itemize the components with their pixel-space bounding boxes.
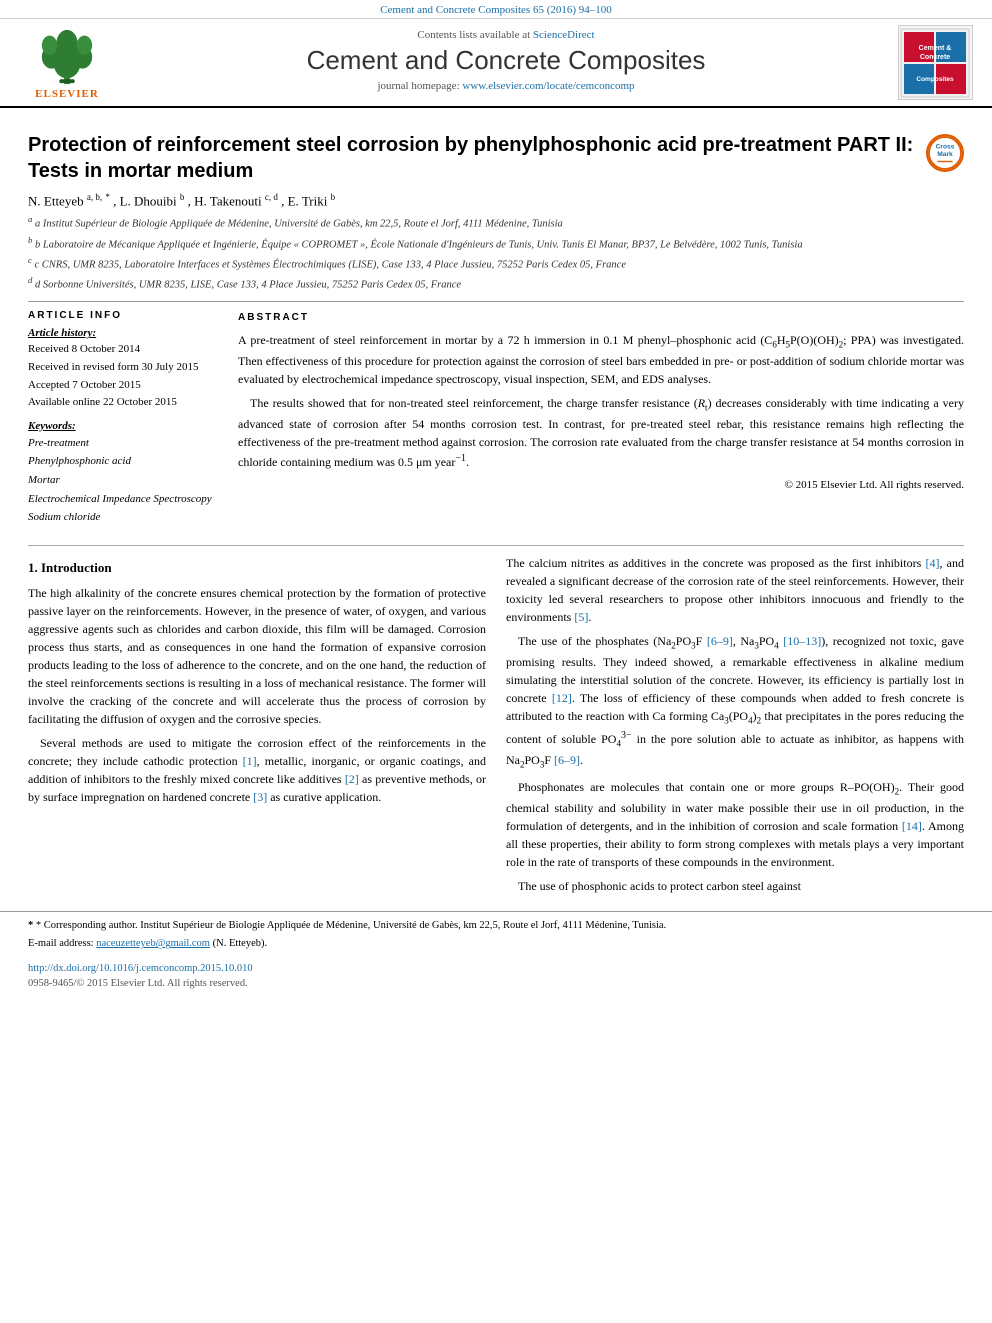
email-label: E-mail address: xyxy=(28,938,94,949)
svg-text:Mark: Mark xyxy=(937,151,953,158)
journal-info-center: Contents lists available at ScienceDirec… xyxy=(122,25,890,100)
elsevier-logo-area: ELSEVIER xyxy=(12,25,122,100)
dhouibi-affil: b xyxy=(180,192,185,202)
authors-line: N. Etteyeb a, b, * , L. Dhouibi b , H. T… xyxy=(28,192,964,209)
author-separator3: , E. Triki xyxy=(281,193,327,208)
sciencedirect-link[interactable]: ScienceDirect xyxy=(533,29,595,41)
sciencedirect-line: Contents lists available at ScienceDirec… xyxy=(122,29,890,41)
journal-logo-box: Cement & Concrete Composites xyxy=(898,25,973,100)
svg-text:Composites: Composites xyxy=(916,76,954,83)
keywords-list: Pre-treatment Phenylphosphonic acid Mort… xyxy=(28,434,218,527)
elsevier-logo: ELSEVIER xyxy=(31,26,103,100)
journal-logo-area: Cement & Concrete Composites xyxy=(890,25,980,100)
keyword-2: Phenylphosphonic acid xyxy=(28,452,218,471)
abstract-title: ABSTRACT xyxy=(238,310,964,325)
bottom-links: http://dx.doi.org/10.1016/j.cemconcomp.2… xyxy=(0,959,992,978)
divider-2 xyxy=(28,545,964,546)
etteyeb-affil: a, b, xyxy=(87,192,102,202)
email-link[interactable]: naceuzetteyeb@gmail.com xyxy=(96,938,210,949)
affiliation-a: a a Institut Supérieur de Biologie Appli… xyxy=(28,213,964,232)
article-info-title: ARTICLE INFO xyxy=(28,310,218,321)
footnote-star: * xyxy=(28,920,33,931)
keyword-3: Mortar xyxy=(28,471,218,490)
abstract-para1: A pre-treatment of steel reinforcement i… xyxy=(238,331,964,388)
journal-title: Cement and Concrete Composites xyxy=(122,45,890,76)
contents-text: Contents lists available at xyxy=(417,29,532,41)
crossmark-icon: Cross Mark xyxy=(926,134,964,172)
received-date: Received 8 October 2014 xyxy=(28,341,218,359)
abstract-text: A pre-treatment of steel reinforcement i… xyxy=(238,331,964,493)
ref-12[interactable]: [12] xyxy=(552,691,572,705)
etteyeb-star: * xyxy=(105,192,110,202)
ref-6-9-2[interactable]: [6–9] xyxy=(554,753,580,767)
article-title: Protection of reinforcement steel corros… xyxy=(28,132,964,184)
footnote-email-line: E-mail address: naceuzetteyeb@gmail.com … xyxy=(28,936,964,952)
article-history-label: Article history: xyxy=(28,327,218,339)
body-para-4: The use of the phosphates (Na2PO3F [6–9]… xyxy=(506,632,964,772)
ref-3-inline[interactable]: [3] xyxy=(253,790,267,804)
ref-5[interactable]: [5] xyxy=(574,610,588,624)
body-columns: 1. Introduction The high alkalinity of t… xyxy=(28,554,964,900)
info-columns: ARTICLE INFO Article history: Received 8… xyxy=(28,310,964,527)
keyword-5: Sodium chloride xyxy=(28,508,218,527)
footnote-corresponding: * * Corresponding author. Institut Supér… xyxy=(28,918,964,934)
crossmark-badge[interactable]: Cross Mark xyxy=(926,134,964,172)
triki-affil: b xyxy=(331,192,336,202)
ref-14[interactable]: [14] xyxy=(902,819,922,833)
svg-text:Cross: Cross xyxy=(936,143,955,150)
body-col-left: 1. Introduction The high alkalinity of t… xyxy=(28,554,486,900)
body-para-6: The use of phosphonic acids to protect c… xyxy=(506,877,964,895)
journal-citation: Cement and Concrete Composites 65 (2016)… xyxy=(380,4,612,16)
homepage-text: journal homepage: xyxy=(377,80,462,92)
available-date: Available online 22 October 2015 xyxy=(28,394,218,412)
ref-10-13[interactable]: [10–13] xyxy=(783,634,821,648)
body-col-right: The calcium nitrites as additives in the… xyxy=(506,554,964,900)
homepage-line: journal homepage: www.elsevier.com/locat… xyxy=(122,80,890,92)
affiliation-c: c c CNRS, UMR 8235, Laboratoire Interfac… xyxy=(28,254,964,273)
author-etteyeb: N. Etteyeb xyxy=(28,193,84,208)
abstract-panel: ABSTRACT A pre-treatment of steel reinfo… xyxy=(238,310,964,527)
received-revised-date: Received in revised form 30 July 2015 xyxy=(28,359,218,377)
abstract-para2: The results showed that for non-treated … xyxy=(238,394,964,471)
section1-heading: 1. Introduction xyxy=(28,558,486,578)
email-person: (N. Etteyeb). xyxy=(213,938,268,949)
article-dates: Received 8 October 2014 Received in revi… xyxy=(28,341,218,411)
svg-text:Concrete: Concrete xyxy=(920,54,950,61)
svg-text:Cement &: Cement & xyxy=(919,45,952,52)
author-separator1: , L. Dhouibi xyxy=(113,193,177,208)
ref-1[interactable]: [1] xyxy=(243,754,257,768)
journal-citation-bar: Cement and Concrete Composites 65 (2016)… xyxy=(0,0,992,19)
ccc-logo-icon: Cement & Concrete Composites xyxy=(900,28,970,98)
author-separator2: , H. Takenouti xyxy=(188,193,262,208)
ref-2[interactable]: [2] xyxy=(345,772,359,786)
affiliation-d: d d Sorbonne Universités, UMR 8235, LISE… xyxy=(28,274,964,293)
ref-4[interactable]: [4] xyxy=(925,556,939,570)
takenouti-affil: c, d xyxy=(265,192,278,202)
journal-header: ELSEVIER Contents lists available at Sci… xyxy=(0,19,992,108)
affiliations: a a Institut Supérieur de Biologie Appli… xyxy=(28,213,964,293)
abstract-copyright: © 2015 Elsevier Ltd. All rights reserved… xyxy=(238,477,964,494)
ref-6-9[interactable]: [6–9] xyxy=(707,634,733,648)
footnote-area: * * Corresponding author. Institut Supér… xyxy=(0,911,992,960)
bottom-copyright: 0958-9465/© 2015 Elsevier Ltd. All right… xyxy=(0,978,992,997)
body-area: 1. Introduction The high alkalinity of t… xyxy=(0,554,992,910)
article-area: Cross Mark Protection of reinforcement s… xyxy=(0,108,992,537)
elsevier-text: ELSEVIER xyxy=(35,88,99,100)
article-info-panel: ARTICLE INFO Article history: Received 8… xyxy=(28,310,218,527)
affiliation-b: b b Laboratoire de Mécanique Appliquée e… xyxy=(28,234,964,253)
divider-1 xyxy=(28,301,964,302)
homepage-link[interactable]: www.elsevier.com/locate/cemconcomp xyxy=(462,80,634,92)
accepted-date: Accepted 7 October 2015 xyxy=(28,377,218,395)
doi-link[interactable]: http://dx.doi.org/10.1016/j.cemconcomp.2… xyxy=(28,963,253,974)
body-para-1: The high alkalinity of the concrete ensu… xyxy=(28,584,486,728)
keywords-label: Keywords: xyxy=(28,420,218,432)
keyword-1: Pre-treatment xyxy=(28,434,218,453)
body-para-3: The calcium nitrites as additives in the… xyxy=(506,554,964,626)
elsevier-tree-icon xyxy=(31,26,103,86)
body-para-5: Phosphonates are molecules that contain … xyxy=(506,778,964,871)
body-para-2: Several methods are used to mitigate the… xyxy=(28,734,486,806)
footnote-text: * Corresponding author. Institut Supérie… xyxy=(36,920,666,931)
keyword-4: Electrochemical Impedance Spectroscopy xyxy=(28,490,218,509)
